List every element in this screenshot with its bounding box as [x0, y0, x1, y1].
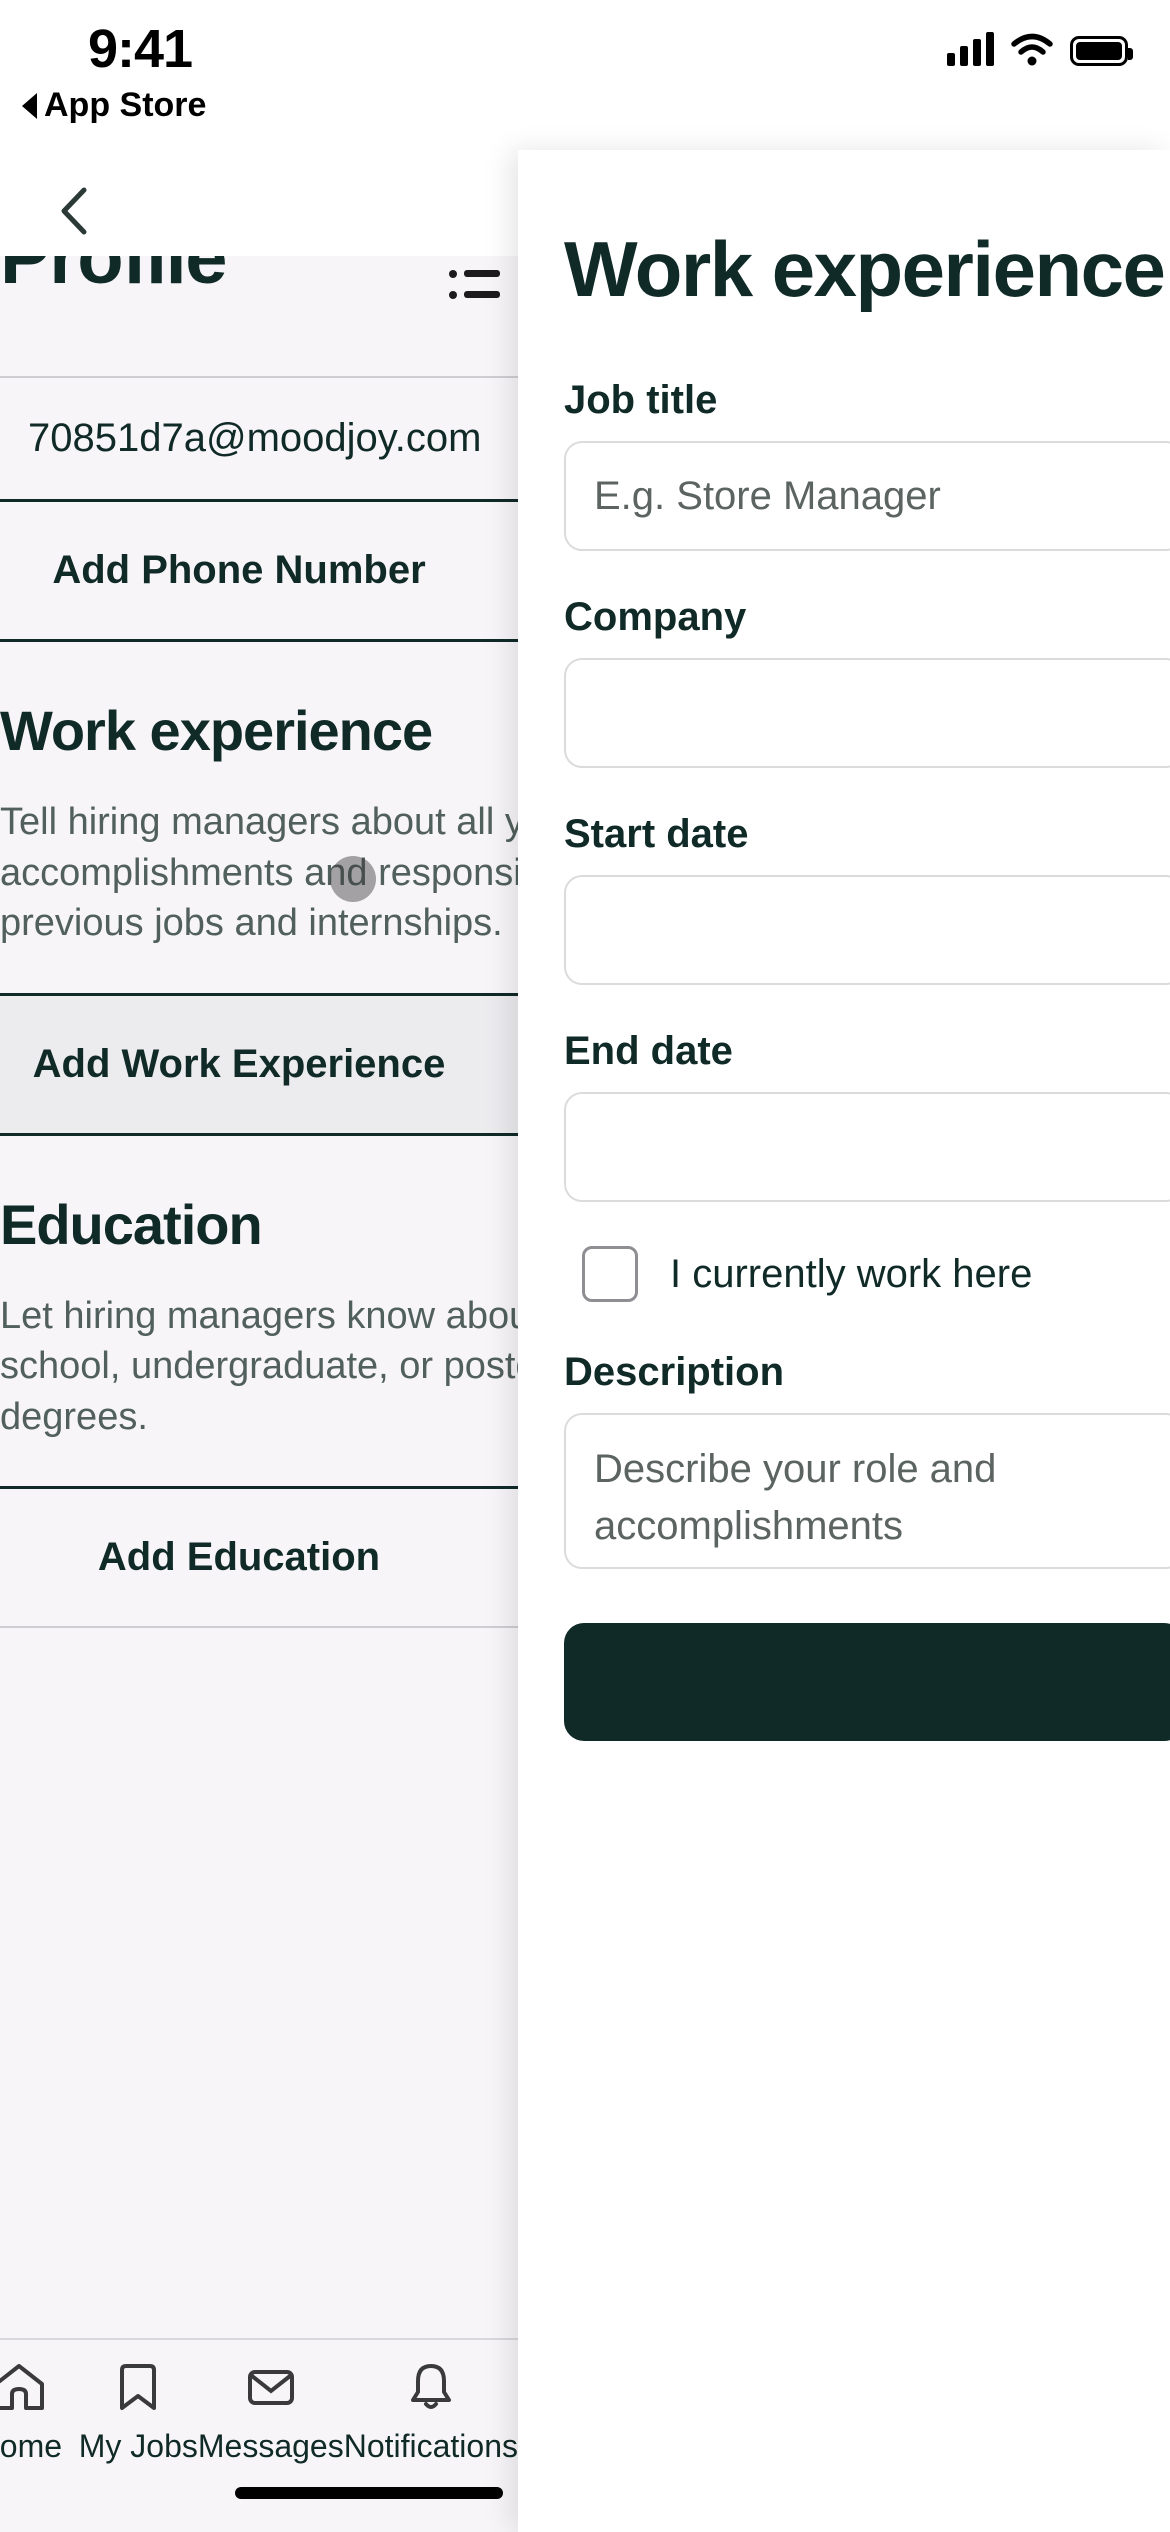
- home-icon: [0, 2364, 45, 2410]
- home-indicator: [235, 2487, 503, 2499]
- end-date-label: End date: [564, 1029, 733, 1073]
- email-row[interactable]: 70851d7a@moodjoy.com: [0, 378, 518, 499]
- status-indicators: [947, 32, 1133, 66]
- bookmark-icon: [120, 2364, 157, 2410]
- divider: [0, 1626, 518, 1629]
- tab-messages-label: Messages: [197, 2428, 344, 2464]
- description-placeholder-line-1: Describe your role and: [594, 1447, 997, 1491]
- description-label: Description: [564, 1350, 785, 1394]
- education-section: Education Let hiring managers know about…: [0, 1135, 518, 1487]
- tab-my-jobs[interactable]: My Jobs: [79, 2362, 198, 2465]
- work-experience-section: Work experience Tell hiring managers abo…: [0, 642, 518, 993]
- work-experience-heading: Work experience: [0, 699, 433, 762]
- mail-icon: [247, 2370, 294, 2405]
- end-date-input[interactable]: [564, 1092, 1170, 1202]
- currently-work-here-row[interactable]: I currently work here: [582, 1246, 1170, 1302]
- tab-home[interactable]: Home: [0, 2362, 79, 2465]
- save-work-experience-button[interactable]: [564, 1623, 1170, 1741]
- wifi-icon: [1011, 33, 1053, 66]
- add-work-experience-button[interactable]: Add Work Experience: [0, 995, 518, 1133]
- tab-notifications-label: Notifications: [343, 2428, 518, 2464]
- work-modal-title: Work experience: [564, 225, 1166, 313]
- work-experience-modal: Work experience Job title E.g. Store Man…: [518, 150, 1170, 2532]
- job-title-placeholder: E.g. Store Manager: [594, 473, 941, 518]
- add-phone-number-button[interactable]: Add Phone Number: [0, 502, 518, 639]
- start-date-label: Start date: [564, 812, 749, 856]
- back-app-label: App Store: [44, 86, 207, 124]
- tab-home-label: Home: [0, 2428, 63, 2464]
- battery-icon: [1070, 36, 1133, 66]
- status-time: 9:41: [88, 19, 193, 79]
- back-button[interactable]: [40, 176, 110, 246]
- currently-work-here-checkbox[interactable]: [582, 1246, 638, 1302]
- currently-work-here-label: I currently work here: [670, 1251, 1033, 1296]
- list-icon[interactable]: [448, 264, 500, 310]
- tab-bar: Home My Jobs Messages Notifications: [0, 2338, 518, 2532]
- chevron-left-icon: [61, 187, 87, 235]
- education-description: Let hiring managers know about any high …: [0, 1294, 518, 1438]
- work-experience-form: Job title E.g. Store Manager Company Sta…: [564, 378, 1170, 1741]
- tab-messages[interactable]: Messages: [198, 2362, 344, 2465]
- tab-my-jobs-label: My Jobs: [78, 2428, 198, 2464]
- status-bar: 9:41 App Store: [0, 0, 1170, 150]
- cellular-signal-icon: [947, 32, 994, 66]
- education-heading: Education: [0, 1192, 263, 1256]
- start-date-input[interactable]: [564, 875, 1170, 985]
- tab-notifications[interactable]: Notifications: [344, 2362, 518, 2465]
- profile-screen: Profile 70851d7a@moodjoy.com Add Phone N…: [0, 256, 518, 2532]
- back-triangle-icon: [22, 92, 37, 119]
- job-title-input[interactable]: E.g. Store Manager: [564, 441, 1170, 551]
- back-to-app-store[interactable]: App Store: [22, 86, 206, 125]
- add-education-button[interactable]: Add Education: [0, 1489, 518, 1627]
- phone-screen: 9:41 App Store Profile 70851d7a@moodjoy.…: [0, 0, 1170, 2532]
- description-textarea[interactable]: Describe your role and accomplishments: [564, 1413, 1170, 1569]
- bell-icon: [410, 2364, 451, 2409]
- email-value: 70851d7a@moodjoy.com: [28, 416, 482, 460]
- touch-indicator: [330, 856, 376, 902]
- company-label: Company: [564, 595, 747, 639]
- page-title: Profile: [0, 256, 228, 300]
- job-title-label: Job title: [564, 378, 718, 422]
- company-input[interactable]: [564, 658, 1170, 768]
- description-placeholder-line-2: accomplishments: [594, 1503, 904, 1548]
- profile-header: Profile: [0, 256, 518, 376]
- work-experience-description: Tell hiring managers about all your acco…: [0, 801, 518, 945]
